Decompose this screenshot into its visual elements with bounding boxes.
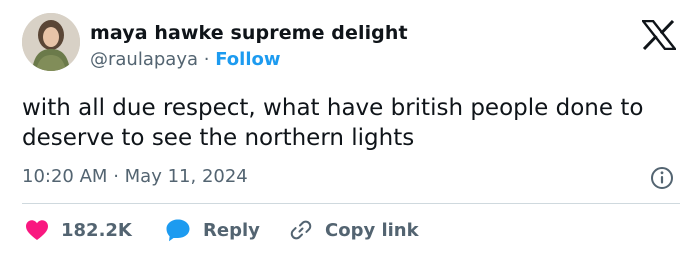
date-separator: · — [113, 166, 119, 187]
copy-link-label: Copy link — [325, 219, 419, 241]
reply-button[interactable]: Reply — [165, 216, 260, 244]
speech-bubble-icon — [166, 219, 190, 242]
display-name[interactable]: maya hawke supreme delight — [90, 22, 408, 44]
divider — [22, 203, 680, 204]
copy-link-button[interactable]: Copy link — [289, 216, 419, 244]
link-icon — [290, 220, 312, 240]
x-logo-icon[interactable] — [640, 19, 678, 51]
handle[interactable]: @raulapaya — [90, 49, 198, 70]
tweet-date: May 11, 2024 — [124, 166, 248, 187]
avatar[interactable] — [22, 13, 80, 71]
timestamp[interactable]: 10:20 AM · May 11, 2024 — [22, 166, 248, 187]
info-icon[interactable] — [650, 166, 674, 190]
like-button[interactable]: 182.2K — [25, 216, 132, 244]
reply-label: Reply — [203, 219, 260, 241]
tweet-time: 10:20 AM — [22, 166, 108, 187]
heart-icon — [26, 220, 48, 240]
author-meta: @raulapaya · Follow — [90, 49, 281, 70]
like-count: 182.2K — [61, 219, 132, 241]
follow-button[interactable]: Follow — [215, 49, 280, 70]
separator: · — [203, 49, 210, 70]
tweet-text: with all due respect, what have british … — [22, 95, 644, 151]
